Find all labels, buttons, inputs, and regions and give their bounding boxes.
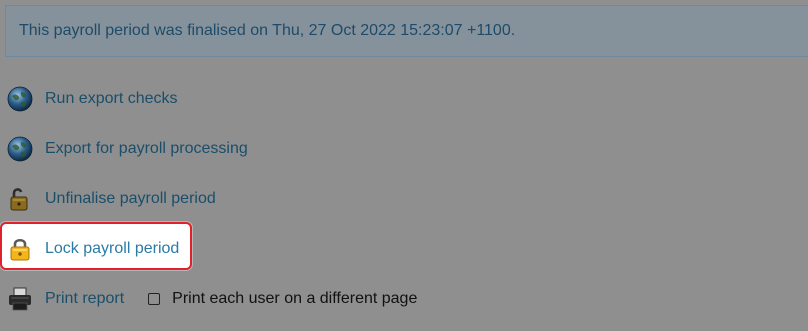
globe-icon [7,86,33,112]
lock-payroll-period-link[interactable]: Lock payroll period [45,240,179,258]
run-export-checks-link[interactable]: Run export checks [45,90,178,108]
finalised-notice: This payroll period was finalised on Thu… [5,5,808,57]
print-each-user-option[interactable]: Print each user on a different page [148,290,417,308]
print-each-user-label[interactable]: Print each user on a different page [172,290,417,308]
finalised-notice-text: This payroll period was finalised on Thu… [19,22,516,39]
locked-padlock-icon [10,238,30,261]
printer-icon [9,287,31,311]
print-report-link[interactable]: Print report [45,290,124,308]
run-export-checks-action[interactable]: Run export checks [6,84,178,114]
print-each-user-checkbox[interactable] [148,293,161,305]
export-for-payroll-processing-action[interactable]: Export for payroll processing [6,134,248,164]
unfinalise-payroll-period-action[interactable]: Unfinalise payroll period [6,184,216,214]
unlocked-padlock-icon [10,188,28,211]
unfinalise-payroll-period-link[interactable]: Unfinalise payroll period [45,190,216,208]
lock-payroll-period-action[interactable]: Lock payroll period [6,234,179,264]
print-report-action[interactable]: Print report Print each user on a differ… [6,284,417,314]
export-for-payroll-processing-link[interactable]: Export for payroll processing [45,140,248,158]
globe-icon [7,136,33,162]
